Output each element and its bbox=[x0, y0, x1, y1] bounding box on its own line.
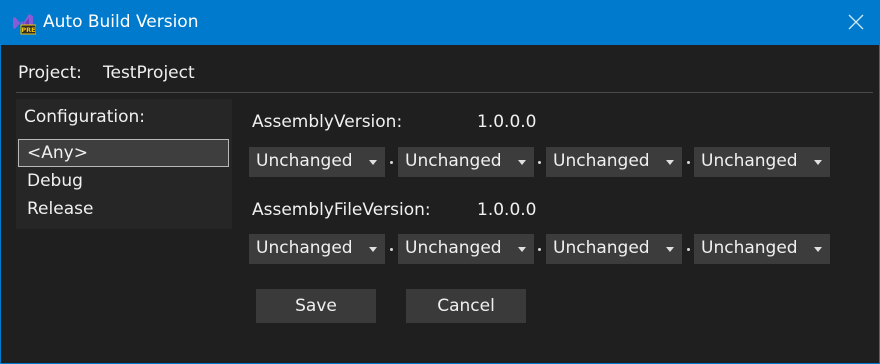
dropdown-value: Unchanged bbox=[553, 238, 650, 258]
title-bar[interactable]: PRE Auto Build Version bbox=[1, 1, 879, 45]
assembly-file-version-revision-dropdown[interactable]: Unchanged bbox=[694, 234, 830, 264]
dropdown-value: Unchanged bbox=[405, 151, 502, 171]
dropdown-value: Unchanged bbox=[405, 238, 502, 258]
configuration-list[interactable]: <Any> Debug Release bbox=[18, 139, 229, 223]
assembly-file-version-major-dropdown[interactable]: Unchanged bbox=[249, 234, 385, 264]
assembly-version-revision-dropdown[interactable]: Unchanged bbox=[694, 147, 830, 177]
configuration-panel: Configuration: <Any> Debug Release bbox=[16, 99, 232, 229]
project-name: TestProject bbox=[103, 63, 195, 83]
chevron-down-icon bbox=[369, 247, 377, 252]
vs-preview-icon: PRE bbox=[13, 14, 36, 35]
window-title: Auto Build Version bbox=[43, 12, 199, 32]
divider bbox=[16, 92, 873, 93]
save-button[interactable]: Save bbox=[256, 289, 376, 323]
assembly-file-version-build-dropdown[interactable]: Unchanged bbox=[546, 234, 682, 264]
chevron-down-icon bbox=[666, 247, 674, 252]
chevron-down-icon bbox=[518, 247, 526, 252]
configuration-label: Configuration: bbox=[24, 107, 146, 127]
assembly-version-minor-dropdown[interactable]: Unchanged bbox=[398, 147, 534, 177]
separator-dot bbox=[390, 248, 393, 251]
configuration-item-release[interactable]: Release bbox=[18, 195, 229, 223]
separator-dot bbox=[538, 161, 541, 164]
close-icon bbox=[848, 14, 864, 30]
dropdown-value: Unchanged bbox=[256, 238, 353, 258]
close-button[interactable] bbox=[843, 9, 869, 35]
icon-badge: PRE bbox=[21, 26, 35, 34]
chevron-down-icon bbox=[518, 160, 526, 165]
dropdown-value: Unchanged bbox=[701, 238, 798, 258]
assembly-file-version-label: AssemblyFileVersion: bbox=[252, 200, 431, 220]
dropdown-value: Unchanged bbox=[553, 151, 650, 171]
assembly-version-label: AssemblyVersion: bbox=[252, 112, 403, 132]
assembly-version-major-dropdown[interactable]: Unchanged bbox=[249, 147, 385, 177]
assembly-file-version-minor-dropdown[interactable]: Unchanged bbox=[398, 234, 534, 264]
cancel-button[interactable]: Cancel bbox=[406, 289, 526, 323]
assembly-file-version-value: 1.0.0.0 bbox=[477, 200, 537, 220]
assembly-version-build-dropdown[interactable]: Unchanged bbox=[546, 147, 682, 177]
dropdown-value: Unchanged bbox=[256, 151, 353, 171]
dropdown-value: Unchanged bbox=[701, 151, 798, 171]
configuration-item-debug[interactable]: Debug bbox=[18, 167, 229, 195]
assembly-version-value: 1.0.0.0 bbox=[477, 112, 537, 132]
chevron-down-icon bbox=[369, 160, 377, 165]
dialog-window: PRE Auto Build Version Project: TestProj… bbox=[0, 0, 880, 364]
chevron-down-icon bbox=[666, 160, 674, 165]
separator-dot bbox=[687, 161, 690, 164]
configuration-item-any[interactable]: <Any> bbox=[18, 139, 229, 167]
separator-dot bbox=[538, 248, 541, 251]
separator-dot bbox=[390, 161, 393, 164]
chevron-down-icon bbox=[814, 160, 822, 165]
project-label: Project: bbox=[18, 63, 82, 83]
chevron-down-icon bbox=[814, 247, 822, 252]
separator-dot bbox=[687, 248, 690, 251]
